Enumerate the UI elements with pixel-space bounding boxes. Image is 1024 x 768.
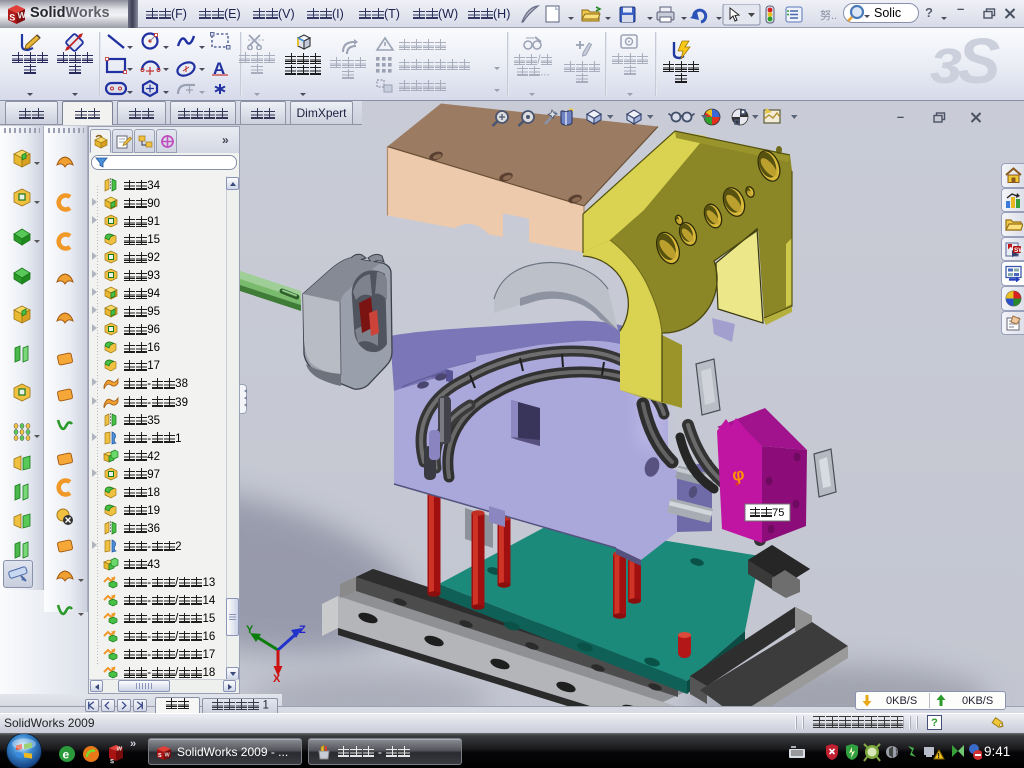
svg-text:努..: 努.. [820,8,837,22]
svg-text:W: W [117,746,123,753]
svg-text:Y: Y [246,624,254,636]
svg-text:SW: SW [1014,247,1023,254]
svg-text:S: S [158,753,162,759]
svg-text:X: X [273,673,281,685]
svg-text:W: W [18,10,27,21]
svg-text:W: W [165,753,171,759]
svg-text:S: S [110,759,114,764]
svg-text:Z: Z [299,624,306,636]
svg-text:S: S [9,12,15,22]
svg-text:!: ! [938,753,940,760]
svg-text:e: e [63,748,70,762]
